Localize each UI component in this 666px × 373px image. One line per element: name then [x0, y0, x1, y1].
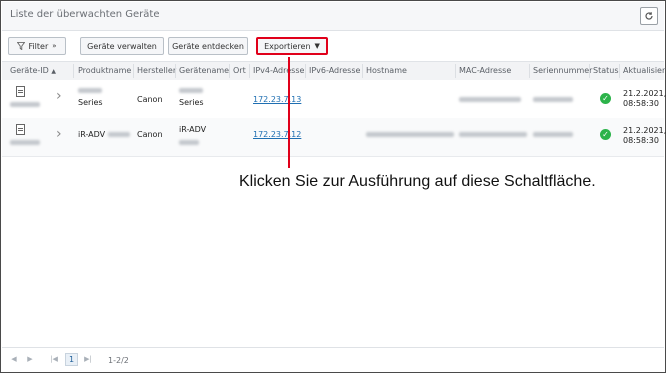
col-product-name[interactable]: Produktname — [78, 66, 131, 75]
updated-date: 21.2.2021, — [623, 126, 666, 135]
updated-time: 08:58:30 — [623, 99, 659, 108]
export-button[interactable]: Exportieren ▼ — [256, 37, 328, 55]
discover-devices-button[interactable]: Geräte entdecken — [168, 37, 248, 55]
pagination-bar: ◀ ▶ |◀ 1 ▶| 1-2/2 — [2, 347, 664, 372]
prev-arrow-icon[interactable]: ◀ — [8, 353, 20, 365]
filter-icon — [17, 42, 26, 50]
manufacturer: Canon — [137, 95, 163, 104]
filter-button[interactable]: Filter » — [8, 37, 66, 55]
refresh-icon — [645, 12, 653, 20]
first-page-icon[interactable]: |◀ — [48, 353, 60, 365]
table-row[interactable]: › iR-ADV Canon iR-ADV 172.23.7.12 ✓ 21.2… — [2, 118, 666, 157]
refresh-button[interactable] — [640, 7, 658, 25]
col-updated[interactable]: Aktualisiert — [623, 66, 666, 75]
page-info: 1-2/2 — [108, 356, 129, 365]
window-title: Liste der überwachten Geräte — [10, 9, 160, 20]
toolbar: Filter » Geräte verwalten Geräte entdeck… — [2, 31, 664, 59]
updated-time: 08:58:30 — [623, 136, 659, 145]
table-row[interactable]: › Series Canon Series 172.23.7.13 ✓ 21.2… — [2, 80, 666, 119]
col-device-name[interactable]: Gerätename — [179, 66, 229, 75]
ipv4-link[interactable]: 172.23.7.12 — [253, 130, 301, 139]
document-icon — [16, 86, 25, 97]
next-arrow-icon[interactable]: ▶ — [24, 353, 36, 365]
col-device-id[interactable]: Geräte-ID ▲ — [10, 66, 56, 75]
annotation-text: Klicken Sie zur Ausführung auf diese Sch… — [239, 173, 596, 190]
table-header: Geräte-ID ▲ Produktname Hersteller Gerät… — [2, 61, 666, 81]
ipv4-link[interactable]: 172.23.7.13 — [253, 95, 301, 104]
document-icon — [16, 124, 25, 135]
current-page[interactable]: 1 — [65, 353, 78, 366]
col-ipv6[interactable]: IPv6-Adresse — [309, 66, 360, 75]
col-hostname[interactable]: Hostname — [366, 66, 407, 75]
device-name: iR-ADV — [179, 125, 207, 134]
device-list-window: Liste der überwachten Geräte Filter » Ge… — [0, 0, 666, 373]
col-ipv4[interactable]: IPv4-Adresse — [253, 66, 304, 75]
chevron-right-icon[interactable]: › — [56, 126, 62, 142]
col-manufacturer[interactable]: Hersteller — [137, 66, 176, 75]
device-name: Series — [179, 98, 204, 107]
export-label: Exportieren — [264, 41, 311, 51]
status-ok-icon: ✓ — [600, 93, 611, 104]
product-name: Series — [78, 98, 103, 107]
col-mac[interactable]: MAC-Adresse — [459, 66, 511, 75]
double-chevron-down-icon: » — [52, 42, 57, 50]
last-page-icon[interactable]: ▶| — [82, 353, 94, 365]
sort-up-icon: ▲ — [51, 68, 56, 75]
annotation-pointer-line — [288, 57, 290, 168]
filter-label: Filter — [28, 41, 49, 51]
col-location[interactable]: Ort — [233, 66, 246, 75]
updated-date: 21.2.2021, — [623, 89, 666, 98]
manage-devices-button[interactable]: Geräte verwalten — [80, 37, 164, 55]
caret-down-icon: ▼ — [314, 42, 320, 50]
col-serial[interactable]: Seriennummer — [533, 66, 592, 75]
col-status[interactable]: Status — [593, 66, 619, 75]
status-ok-icon: ✓ — [600, 129, 611, 140]
chevron-right-icon[interactable]: › — [56, 88, 62, 104]
manufacturer: Canon — [137, 130, 163, 139]
title-bar: Liste der überwachten Geräte — [2, 2, 664, 31]
product-name: iR-ADV — [78, 130, 106, 139]
